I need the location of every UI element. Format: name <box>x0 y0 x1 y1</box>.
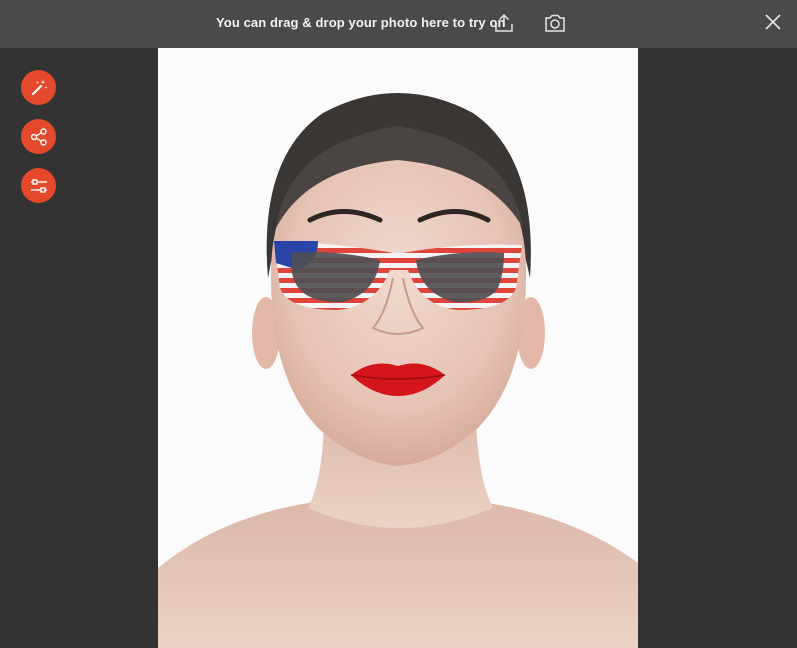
magic-wand-button[interactable] <box>21 70 56 105</box>
adjust-button[interactable] <box>21 168 56 203</box>
drag-drop-message: You can drag & drop your photo here to t… <box>216 15 506 30</box>
share-button[interactable] <box>21 119 56 154</box>
sliders-icon <box>30 178 47 193</box>
portrait-image <box>158 48 638 648</box>
upload-icon[interactable] <box>492 11 516 35</box>
share-icon <box>30 127 47 146</box>
magic-wand-icon <box>31 79 47 95</box>
close-icon[interactable] <box>763 12 783 32</box>
top-bar: You can drag & drop your photo here to t… <box>0 0 797 48</box>
camera-icon[interactable] <box>543 11 567 35</box>
photo-preview[interactable] <box>158 48 638 648</box>
